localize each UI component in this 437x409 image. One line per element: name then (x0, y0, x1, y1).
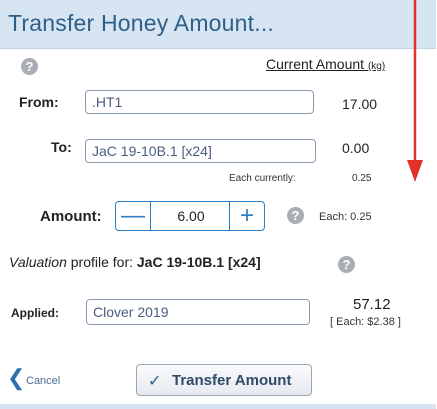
current-amount-unit: (kg) (367, 61, 386, 72)
bottom-border (0, 404, 436, 409)
applied-field[interactable] (86, 299, 310, 325)
help-icon[interactable]: ? (21, 58, 38, 75)
transfer-amount-button[interactable]: ✓ Transfer Amount (136, 364, 312, 396)
title-bar: Transfer Honey Amount... (0, 0, 436, 49)
amount-label: Amount: (40, 208, 102, 225)
amount-each: Each: 0.25 (319, 211, 372, 223)
chevron-left-icon: ❮ (7, 365, 26, 390)
current-amount-label: Current Amount (266, 56, 365, 72)
to-current-amount: 0.00 (342, 140, 370, 156)
valuation-target: JaC 19-10B.1 [x24] (136, 254, 261, 270)
amount-value[interactable]: 6.00 (151, 202, 231, 230)
from-current-amount: 17.00 (342, 96, 378, 112)
transfer-dialog: Transfer Honey Amount... ? Current Amoun… (0, 0, 436, 409)
amount-stepper: — 6.00 + (115, 201, 265, 231)
applied-each: [ Each: $2.38 ] (330, 316, 401, 328)
valuation-middle: profile for: (66, 254, 137, 270)
transfer-amount-label: Transfer Amount (172, 372, 292, 389)
checkmark-icon: ✓ (148, 373, 162, 390)
applied-label: Applied: (11, 306, 59, 320)
decrement-button[interactable]: — (116, 202, 151, 230)
current-amount-header: Current Amount (kg) (266, 56, 385, 72)
applied-total: 57.12 (353, 296, 391, 313)
from-label: From: (19, 94, 59, 110)
to-field[interactable] (85, 139, 316, 163)
valuation-prefix: Valuation (9, 254, 67, 270)
cancel-label: Cancel (26, 375, 61, 387)
dialog-title: Transfer Honey Amount... (8, 10, 275, 36)
each-currently-value: 0.25 (352, 173, 372, 184)
from-field[interactable] (85, 90, 314, 114)
help-icon[interactable]: ? (287, 207, 304, 224)
help-icon[interactable]: ? (338, 256, 355, 273)
each-currently-label: Each currently: (229, 173, 296, 184)
increment-button[interactable]: + (229, 202, 264, 230)
to-label: To: (51, 139, 72, 155)
valuation-text: Valuation profile for: JaC 19-10B.1 [x24… (9, 254, 261, 270)
